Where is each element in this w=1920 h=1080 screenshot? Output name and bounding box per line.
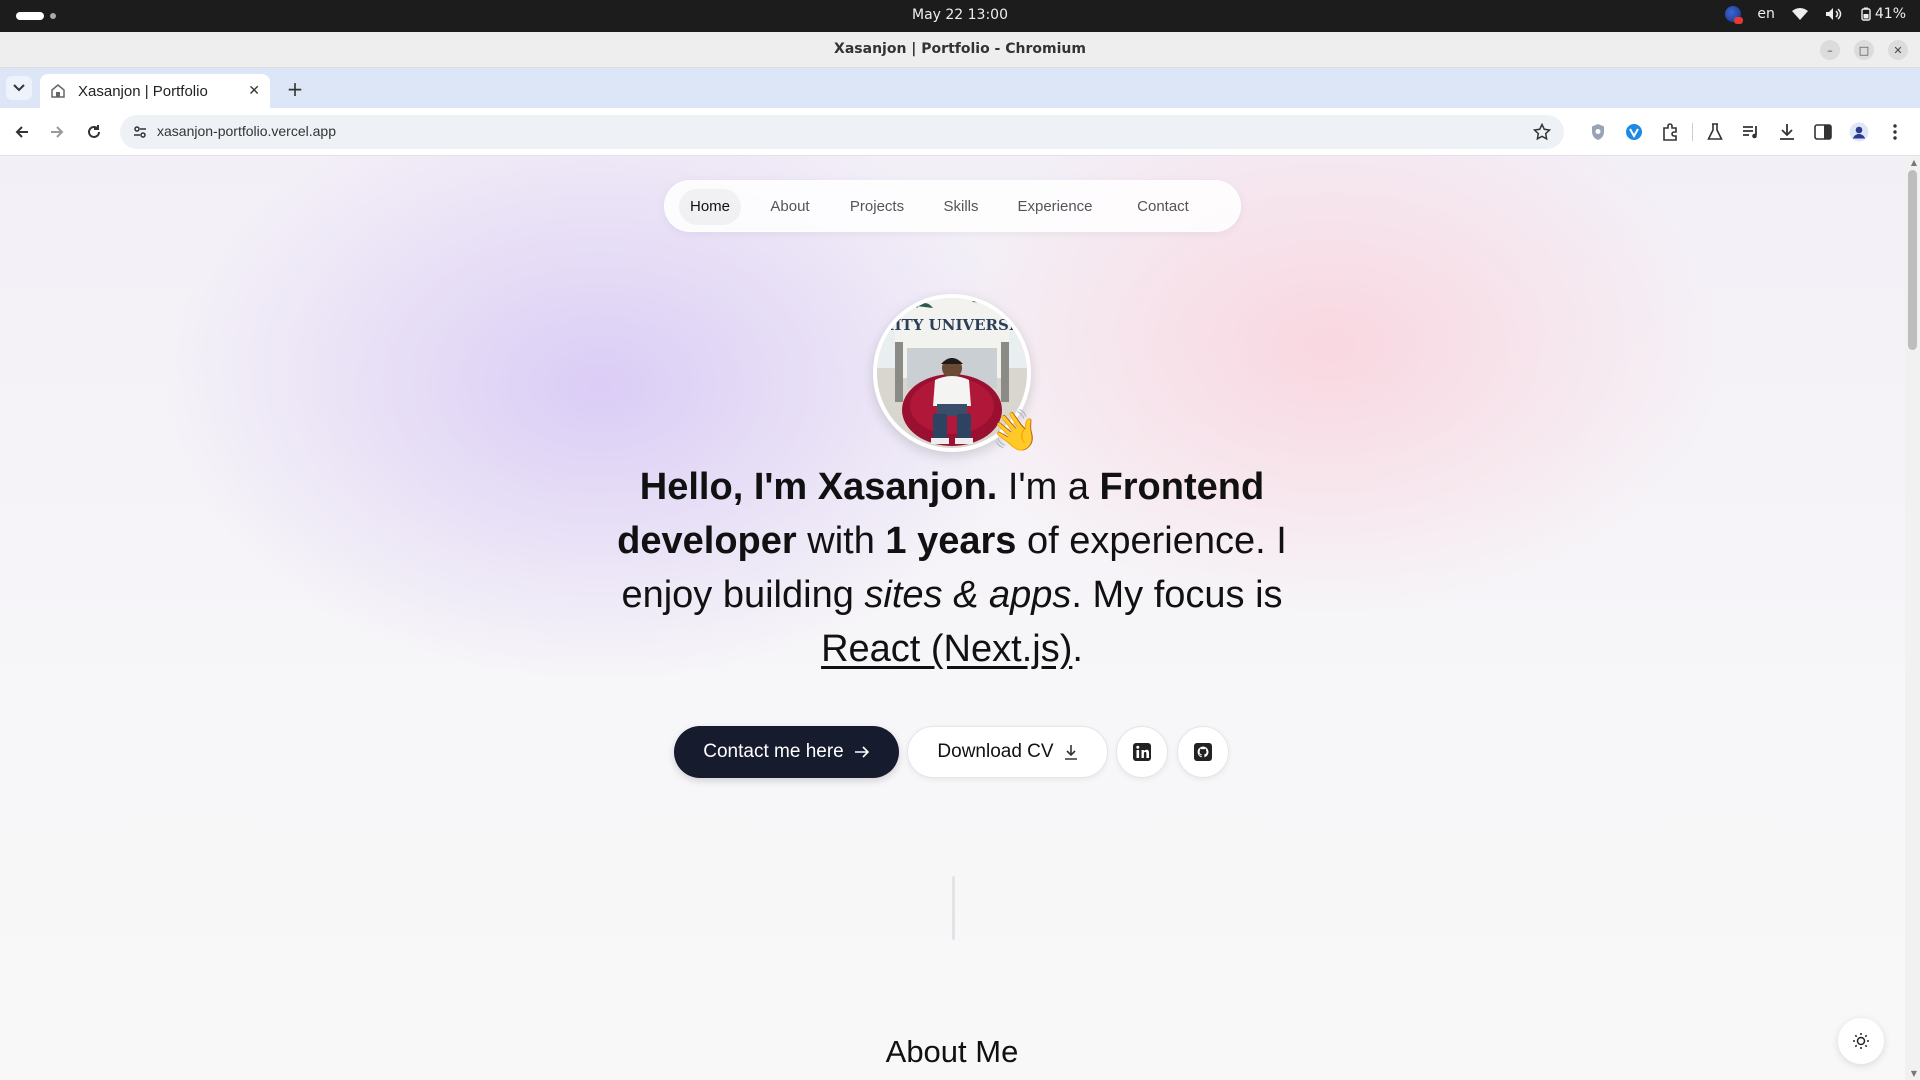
intro-text-1: I'm a	[997, 466, 1100, 508]
site-info-icon[interactable]	[130, 122, 150, 142]
hero-intro: Hello, I'm Xasanjon. I'm a Frontend deve…	[600, 460, 1304, 676]
os-clock[interactable]: May 22 13:00	[0, 7, 1920, 23]
battery-percent: 41%	[1874, 6, 1906, 22]
download-icon[interactable]	[1769, 120, 1805, 144]
app-indicator-icon[interactable]	[1725, 6, 1744, 24]
system-tray[interactable]: en 41%	[1725, 6, 1906, 24]
volume-icon	[1825, 7, 1843, 21]
contact-button-label: Contact me here	[703, 741, 844, 762]
nav-about[interactable]: About	[755, 189, 825, 225]
cv-button-label: Download CV	[937, 741, 1054, 762]
about-heading: About Me	[885, 1034, 1019, 1069]
page-scrollbar[interactable]: ▲ ▼	[1905, 156, 1920, 1080]
minimize-button[interactable]: –	[1820, 40, 1840, 60]
tab-strip: Xasanjon | Portfolio ✕ +	[0, 68, 1920, 108]
arrow-right-icon	[854, 746, 869, 758]
browser-tab[interactable]: Xasanjon | Portfolio ✕	[40, 74, 270, 108]
maximize-button[interactable]: □	[1854, 40, 1874, 60]
site-nav: Home About Projects Skills Experience Co…	[664, 180, 1241, 232]
wifi-icon	[1791, 7, 1809, 21]
back-button[interactable]	[10, 120, 34, 144]
toolbar-separator	[1692, 123, 1693, 141]
chevron-down-icon	[13, 84, 25, 92]
download-cv-button[interactable]: Download CV	[907, 726, 1108, 778]
waving-hand-emoji: 👋	[986, 405, 1044, 459]
toolbar-actions	[1580, 120, 1913, 144]
sun-icon	[1853, 1033, 1869, 1049]
url-text[interactable]: xasanjon-portfolio.vercel.app	[157, 123, 336, 139]
nav-projects[interactable]: Projects	[837, 189, 917, 225]
window-title: Xasanjon | Portfolio - Chromium	[834, 41, 1086, 57]
bookmark-star-icon[interactable]	[1532, 122, 1552, 142]
new-tab-button[interactable]: +	[282, 76, 308, 102]
close-tab-icon[interactable]: ✕	[248, 83, 260, 99]
profile-avatar-icon[interactable]	[1841, 120, 1877, 144]
theme-toggle-button[interactable]	[1838, 1018, 1884, 1064]
shield-extension-icon[interactable]	[1580, 120, 1616, 144]
os-top-bar: May 22 13:00 en 41%	[0, 0, 1920, 32]
download-icon	[1064, 745, 1077, 760]
browser-toolbar: xasanjon-portfolio.vercel.app	[0, 108, 1920, 156]
contact-me-button[interactable]: Contact me here	[674, 726, 899, 778]
github-icon	[1194, 743, 1212, 761]
close-window-button[interactable]: ✕	[1888, 40, 1908, 60]
intro-years: 1 years	[885, 520, 1017, 562]
arrow-left-icon	[15, 126, 28, 138]
github-button[interactable]	[1177, 726, 1229, 778]
nav-skills[interactable]: Skills	[931, 189, 991, 225]
scroll-down-arrow[interactable]: ▼	[1911, 1069, 1917, 1078]
tab-search-button[interactable]	[6, 76, 32, 100]
window-titlebar[interactable]: Xasanjon | Portfolio - Chromium – □ ✕	[0, 32, 1920, 68]
battery-icon: 41%	[1859, 6, 1906, 22]
language-indicator[interactable]: en	[1757, 6, 1775, 22]
tab-title: Xasanjon | Portfolio	[78, 82, 208, 100]
intro-greeting: Hello, I'm Xasanjon.	[639, 466, 998, 508]
nav-contact[interactable]: Contact	[1120, 189, 1206, 225]
photo-sign-text: AMITY UNIVERSITY	[877, 316, 1027, 334]
page-viewport: Home About Projects Skills Experience Co…	[0, 156, 1920, 1080]
window-controls: – □ ✕	[1820, 40, 1908, 60]
address-bar[interactable]: xasanjon-portfolio.vercel.app	[120, 115, 1564, 149]
scroll-thumb[interactable]	[1908, 170, 1917, 350]
section-divider	[952, 876, 955, 940]
labs-flask-icon[interactable]	[1697, 120, 1733, 144]
forward-button[interactable]	[45, 120, 69, 144]
nav-home[interactable]: Home	[679, 189, 741, 225]
intro-period: .	[1072, 628, 1083, 670]
extensions-puzzle-icon[interactable]	[1652, 120, 1688, 144]
scroll-up-arrow[interactable]: ▲	[1911, 158, 1917, 167]
intro-text-2: with	[796, 520, 886, 562]
linkedin-button[interactable]	[1116, 726, 1168, 778]
browser-menu-icon[interactable]	[1877, 120, 1913, 144]
intro-sites-apps: sites & apps	[864, 574, 1072, 616]
media-controls-icon[interactable]	[1733, 120, 1769, 144]
intro-focus: React (Next.js)	[821, 628, 1073, 670]
reload-icon	[88, 125, 100, 138]
nav-experience[interactable]: Experience	[1005, 189, 1105, 225]
vpn-extension-icon[interactable]	[1616, 120, 1652, 144]
side-panel-icon[interactable]	[1805, 120, 1841, 144]
favicon-icon	[50, 83, 66, 99]
arrow-right-icon	[51, 126, 64, 138]
reload-button[interactable]	[82, 120, 106, 144]
intro-text-4: . My focus is	[1071, 574, 1283, 616]
linkedin-icon	[1133, 743, 1151, 761]
